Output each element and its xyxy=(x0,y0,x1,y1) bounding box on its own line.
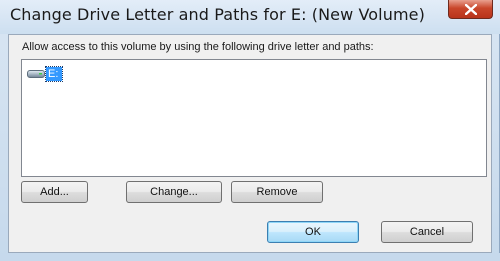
instruction-text: Allow access to this volume by using the… xyxy=(22,41,374,53)
change-button[interactable]: Change... xyxy=(126,181,222,203)
ok-button[interactable]: OK xyxy=(267,221,359,243)
cancel-button[interactable]: Cancel xyxy=(381,221,473,243)
title-bar[interactable]: Change Drive Letter and Paths for E: (Ne… xyxy=(0,0,500,34)
dialog-window: Change Drive Letter and Paths for E: (Ne… xyxy=(0,0,500,261)
dialog-client-area: Allow access to this volume by using the… xyxy=(8,34,492,253)
drive-letter-list[interactable]: E: xyxy=(21,59,487,177)
drive-icon xyxy=(27,70,45,78)
remove-button[interactable]: Remove xyxy=(231,181,323,203)
list-item[interactable]: E: xyxy=(27,66,64,82)
close-button[interactable] xyxy=(448,0,493,19)
close-icon xyxy=(464,3,477,15)
list-item-label: E: xyxy=(44,66,64,82)
window-bottom-frame xyxy=(0,253,500,261)
add-button[interactable]: Add... xyxy=(21,181,88,203)
window-title: Change Drive Letter and Paths for E: (Ne… xyxy=(10,5,425,24)
